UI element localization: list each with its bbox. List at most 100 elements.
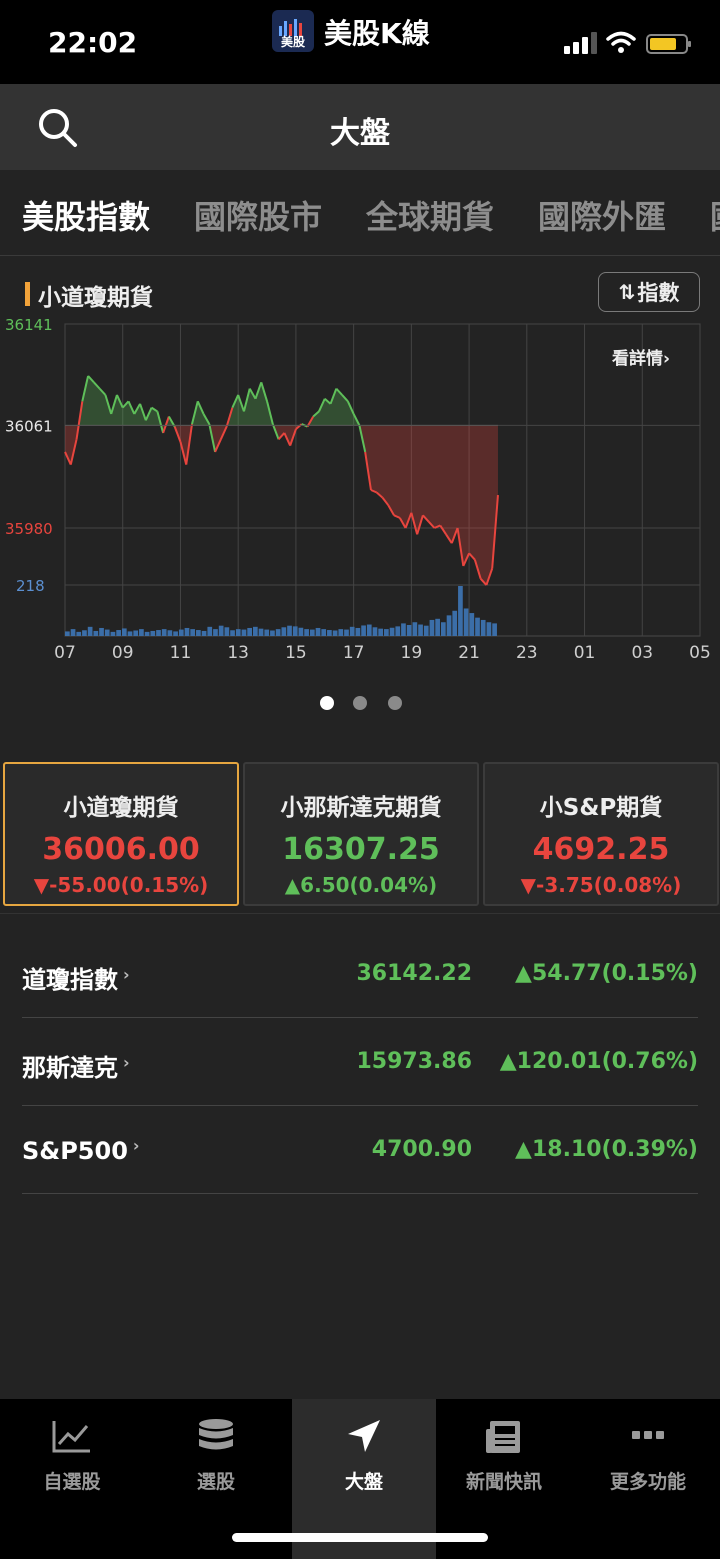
tab-global-futures[interactable]: 全球期貨 xyxy=(366,192,494,238)
volume-bar xyxy=(298,627,304,636)
volume-bar xyxy=(361,625,366,636)
bottom-nav-watchlist[interactable]: 自選股 xyxy=(0,1399,144,1559)
futures-price: 36006.00 xyxy=(42,832,200,867)
page-indicator xyxy=(0,696,720,712)
futures-card-nasdaq[interactable]: 小那斯達克期貨 16307.25 ▲6.50(0.04%) xyxy=(243,762,479,906)
volume-bar xyxy=(87,626,93,636)
volume-bar xyxy=(321,629,327,636)
volume-bar xyxy=(372,627,378,636)
volume-bar xyxy=(292,626,298,636)
y-tick-label: 36141 xyxy=(5,316,53,334)
index-row-sp500[interactable]: S&P500 › 4700.90 ▲18.10(0.39%) xyxy=(22,1106,698,1194)
volume-bar xyxy=(207,626,213,636)
page-dot-1[interactable] xyxy=(320,696,334,710)
volume-bar xyxy=(435,618,440,636)
volume-bar xyxy=(76,631,82,636)
volume-bar xyxy=(184,627,190,636)
futures-price: 4692.25 xyxy=(532,832,670,867)
x-tick-label: 21 xyxy=(458,643,480,663)
bottom-nav-label: 新聞快訊 xyxy=(465,1471,542,1493)
volume-bar xyxy=(423,625,429,636)
index-name-text: 那斯達克 xyxy=(22,1054,118,1082)
volume-bar xyxy=(315,627,321,636)
tab-global-stocks[interactable]: 國際股市 xyxy=(194,192,322,238)
futures-change: ▼-3.75(0.08%) xyxy=(520,873,682,897)
bottom-nav-more[interactable]: 更多功能 xyxy=(576,1399,720,1559)
volume-bar xyxy=(139,629,144,636)
volume-bar xyxy=(275,629,281,636)
detail-link-label: 看詳情 xyxy=(612,349,663,369)
detail-link[interactable]: 看詳情› xyxy=(612,344,670,369)
futures-price: 16307.25 xyxy=(282,832,440,867)
index-row-dow[interactable]: 道瓊指數 › 36142.22 ▲54.77(0.15%) xyxy=(22,930,698,1018)
cellular-signal-icon xyxy=(564,32,597,54)
volume-bar xyxy=(287,625,292,636)
index-name-text: 道瓊指數 xyxy=(22,966,118,994)
volume-bar xyxy=(93,630,99,636)
x-tick-label: 17 xyxy=(343,643,365,663)
volume-bar xyxy=(156,630,161,636)
volume-bar xyxy=(104,629,110,636)
volume-bar xyxy=(144,631,150,636)
volume-bar xyxy=(349,626,355,636)
index-value: 36142.22 xyxy=(356,961,472,986)
volume-bar xyxy=(452,610,458,636)
volume-bar xyxy=(218,625,224,636)
tab-forex[interactable]: 國際外匯 xyxy=(538,192,666,238)
index-name: S&P500 › xyxy=(22,1136,140,1165)
volume-bar xyxy=(304,629,309,636)
volume-bar xyxy=(344,629,349,636)
volume-bar xyxy=(224,627,230,636)
index-change: ▲18.10(0.39%) xyxy=(515,1137,698,1162)
volume-bar xyxy=(270,630,275,636)
page-dot-3[interactable] xyxy=(388,696,402,710)
volume-bar xyxy=(133,630,139,636)
database-icon xyxy=(199,1419,233,1450)
chart-line-icon xyxy=(52,1421,90,1453)
volume-bar xyxy=(446,615,452,636)
futures-name: 小S&P期貨 xyxy=(539,795,663,821)
x-tick-label: 13 xyxy=(227,643,249,663)
volume-bar xyxy=(327,630,332,636)
navigation-arrow-icon xyxy=(348,1420,380,1452)
volume-bar xyxy=(440,622,446,636)
x-tick-label: 01 xyxy=(574,643,596,663)
volume-bar xyxy=(150,630,156,636)
index-row-nasdaq[interactable]: 那斯達克 › 15973.86 ▲120.01(0.76%) xyxy=(22,1018,698,1106)
volume-bar xyxy=(429,619,435,636)
volume-bar xyxy=(70,629,76,636)
tab-overflow[interactable]: 國 xyxy=(710,192,720,238)
futures-card-sp[interactable]: 小S&P期貨 4692.25 ▼-3.75(0.08%) xyxy=(483,762,719,906)
bottom-nav-label: 選股 xyxy=(196,1471,235,1493)
volume-bar xyxy=(110,631,116,636)
status-bar: 22:02 美股 美股K線 xyxy=(0,0,720,84)
volume-bar xyxy=(167,630,173,636)
volume-bar xyxy=(116,630,121,636)
bottom-nav-label: 自選股 xyxy=(43,1471,101,1493)
page-dot-2[interactable] xyxy=(353,696,367,710)
volume-bar xyxy=(492,623,497,636)
index-change: ▲54.77(0.15%) xyxy=(515,961,698,986)
volume-bar xyxy=(281,627,287,636)
futures-card-dow[interactable]: 小道瓊期貨 36006.00 ▼-55.00(0.15%) xyxy=(3,762,239,906)
price-chart[interactable]: 07 09 11 13 15 17 19 21 23 01 03 05 36141 36061 35980 2… xyxy=(0,256,720,676)
futures-cards: 小道瓊期貨 36006.00 ▼-55.00(0.15%) 小那斯達克期貨 16… xyxy=(0,756,720,914)
app-logo-icon: 美股 xyxy=(272,10,314,52)
status-time: 22:02 xyxy=(48,26,138,59)
x-tick-label: 07 xyxy=(54,643,76,663)
volume-bar xyxy=(412,622,418,636)
bottom-nav-label: 更多功能 xyxy=(609,1471,686,1493)
futures-name: 小那斯達克期貨 xyxy=(280,795,442,821)
chevron-right-icon: › xyxy=(132,1136,140,1155)
volume-bar xyxy=(469,613,475,636)
x-tick-label: 19 xyxy=(401,643,423,663)
tab-us-indices[interactable]: 美股指數 xyxy=(22,192,150,238)
volume-bar xyxy=(235,629,241,636)
volume-max-label: 218 xyxy=(16,577,45,595)
volume-bar xyxy=(99,627,104,636)
price-area-down xyxy=(65,425,498,586)
volume-bar xyxy=(230,630,235,636)
volume-bar xyxy=(201,630,207,636)
volume-bar xyxy=(378,628,384,636)
futures-change: ▲6.50(0.04%) xyxy=(284,873,438,897)
